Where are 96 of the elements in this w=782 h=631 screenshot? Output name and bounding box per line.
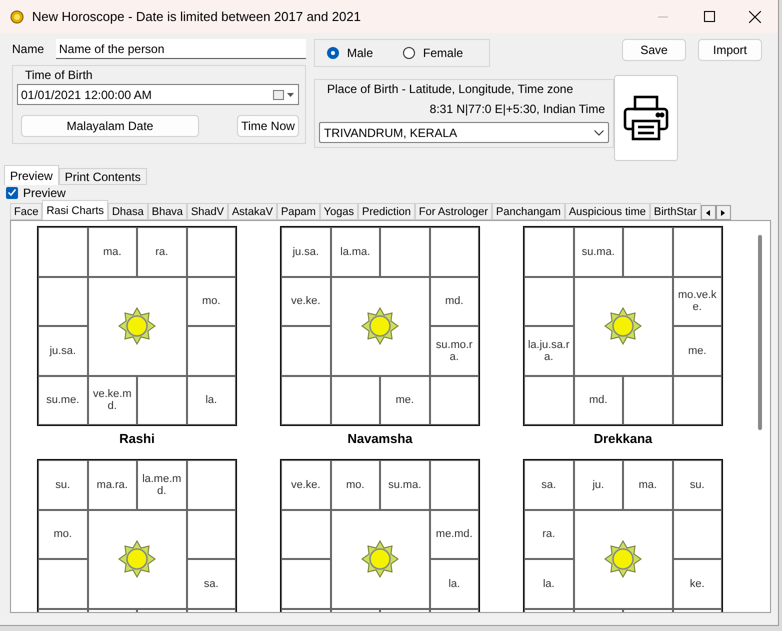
sun-icon	[117, 539, 157, 579]
chart-title: Drekkana	[594, 431, 652, 446]
chart-tab[interactable]: Auspicious time	[564, 203, 650, 220]
house-text: mo.	[186, 276, 236, 326]
house-text: me.	[380, 376, 430, 425]
house-text: la.me.md.	[137, 460, 186, 510]
house-text: mo.	[330, 460, 380, 510]
name-label: Name	[12, 42, 44, 56]
chart-tab[interactable]: Face	[10, 203, 42, 220]
house-text: md.	[574, 376, 623, 425]
action-button[interactable]: Save	[622, 39, 686, 61]
app-logo-icon	[10, 10, 24, 24]
place-dropdown[interactable]: TRIVANDRUM, KERALA	[319, 122, 609, 143]
sun-icon	[360, 306, 400, 346]
house-text: ve.ke.	[281, 276, 330, 326]
house-text: ju.	[574, 460, 623, 510]
sun-icon	[117, 306, 157, 346]
chart-tab[interactable]: AstakaV	[228, 203, 277, 220]
house-text: sa.	[524, 460, 574, 510]
house-text: su.mo.ra.	[430, 326, 479, 376]
house-cell	[524, 376, 574, 425]
house-cell	[281, 376, 330, 425]
scroll-left-button[interactable]	[700, 205, 716, 220]
house-cell	[672, 227, 722, 276]
house-text: su.ma.	[380, 460, 430, 510]
house-text: su.	[672, 460, 722, 510]
view-tab[interactable]: Preview	[4, 165, 59, 185]
house-text: su.	[38, 460, 88, 510]
chart-tab[interactable]: Rasi Charts	[42, 200, 108, 220]
house-text: la.	[186, 376, 236, 425]
house-text: la.	[524, 559, 574, 608]
scroll-right-button[interactable]	[716, 205, 731, 220]
scrollbar-thumb[interactable]	[758, 235, 762, 430]
house-cell	[430, 376, 479, 425]
house-cell	[430, 460, 479, 510]
house-cell	[38, 227, 88, 276]
group-title: Time of Birth	[25, 68, 94, 82]
view-tab[interactable]: Print Contents	[58, 168, 147, 185]
house-text: ke.	[672, 559, 722, 608]
house-text: mo.ve.ke.	[672, 276, 722, 326]
house-cell	[186, 227, 236, 276]
house-text: ju.sa.	[281, 227, 330, 276]
chart-tab[interactable]: Bhava	[148, 203, 187, 220]
house-text: ju.sa.	[38, 326, 88, 376]
gender-radio[interactable]: Female	[403, 46, 464, 60]
house-text: ma.	[623, 460, 672, 510]
house-text: su.me.	[38, 376, 88, 425]
house-cell	[186, 460, 236, 510]
chart-title: Rashi	[119, 431, 155, 446]
chart-tab[interactable]: Prediction	[358, 203, 415, 220]
gender-radio[interactable]: Male	[327, 46, 374, 60]
date-button[interactable]: Malayalam Date	[21, 115, 199, 137]
window-title: New Horoscope - Date is limited between 2017 and 2021	[32, 9, 362, 24]
action-button[interactable]: Import	[698, 39, 762, 61]
calendar-dropdown-icon	[273, 90, 295, 100]
house-text: md.	[430, 276, 479, 326]
house-text: la.ju.sa.ra.	[524, 326, 574, 376]
house-text: sa.	[186, 559, 236, 608]
name-field[interactable]: Name of the person	[56, 39, 306, 59]
sun-icon	[603, 539, 643, 579]
chart-tab[interactable]: BirthStar	[650, 203, 701, 220]
house-text: me.	[672, 326, 722, 376]
house-cell	[430, 227, 479, 276]
preview-checkbox[interactable]: Preview	[0, 185, 778, 200]
house-text: ma.ra.	[88, 460, 137, 510]
chart-tab[interactable]: Panchangam	[492, 203, 565, 220]
house-text: su.ma.	[574, 227, 623, 276]
house-text: la.ma.	[330, 227, 380, 276]
sun-icon	[360, 539, 400, 579]
house-text: ma.	[88, 227, 137, 276]
house-text: ve.ke.md.	[88, 376, 137, 425]
chart-title: Navamsha	[347, 431, 413, 446]
chart-tab[interactable]: Papam	[276, 203, 320, 220]
coordinates-text: 8:31 N|77:0 E|+5:30, Indian Time	[430, 102, 605, 116]
house-text: mo.	[38, 510, 88, 559]
printer-icon	[622, 94, 670, 142]
house-cell	[524, 227, 574, 276]
sun-icon	[603, 306, 643, 346]
chart-tab[interactable]: For Astrologer	[414, 203, 492, 220]
chevron-down-icon	[594, 130, 604, 136]
chart-tab[interactable]: Yogas	[320, 203, 358, 220]
house-text: ra.	[137, 227, 186, 276]
print-button[interactable]	[614, 75, 678, 161]
group-title: Place of Birth - Latitude, Longitude, Time zone	[327, 82, 574, 96]
chart-tab[interactable]: ShadV	[186, 203, 228, 220]
left-arrow-icon	[706, 210, 710, 216]
date-button[interactable]: Time Now	[237, 115, 299, 137]
date-time-field[interactable]: 01/01/2021 12:00:00 AM	[17, 84, 299, 105]
house-text: me.md.	[430, 510, 479, 559]
chart-tab[interactable]: Dhasa	[108, 203, 148, 220]
house-cell	[672, 376, 722, 425]
house-text: ve.ke.	[281, 460, 330, 510]
right-arrow-icon	[721, 210, 726, 216]
house-text: la.	[430, 559, 479, 608]
house-text: ra.	[524, 510, 574, 559]
checkmark-icon	[8, 189, 16, 196]
